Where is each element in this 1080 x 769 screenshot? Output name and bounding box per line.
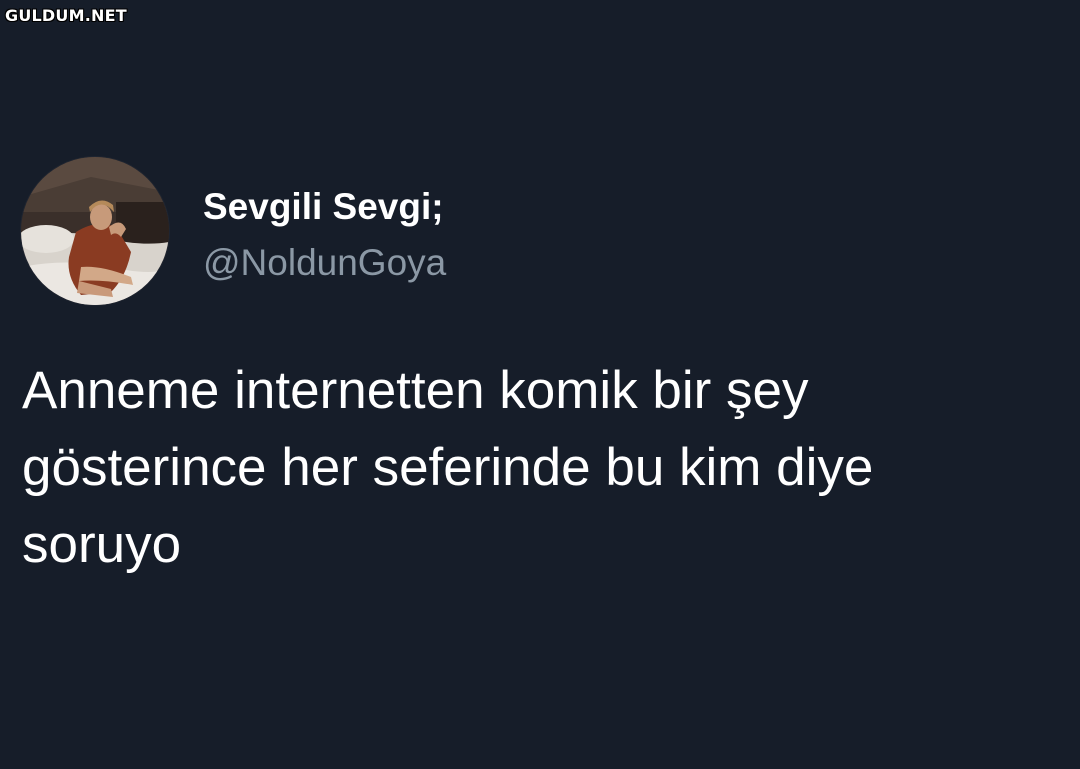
tweet-text: Anneme internetten komik bir şey gösteri… <box>22 352 1062 583</box>
tweet-text-line: Anneme internetten komik bir şey <box>22 361 809 420</box>
author-handle[interactable]: @NoldunGoya <box>203 241 446 285</box>
tweet-text-line: gösterince her seferinde bu kim diye <box>22 438 874 497</box>
tweet-text-line: soruyo <box>22 515 182 574</box>
avatar-photo-icon <box>21 157 169 305</box>
tweet-card: Sevgili Sevgi; @NoldunGoya Anneme intern… <box>0 0 1080 769</box>
author-avatar[interactable] <box>21 157 169 305</box>
author-display-name[interactable]: Sevgili Sevgi; <box>203 185 444 229</box>
